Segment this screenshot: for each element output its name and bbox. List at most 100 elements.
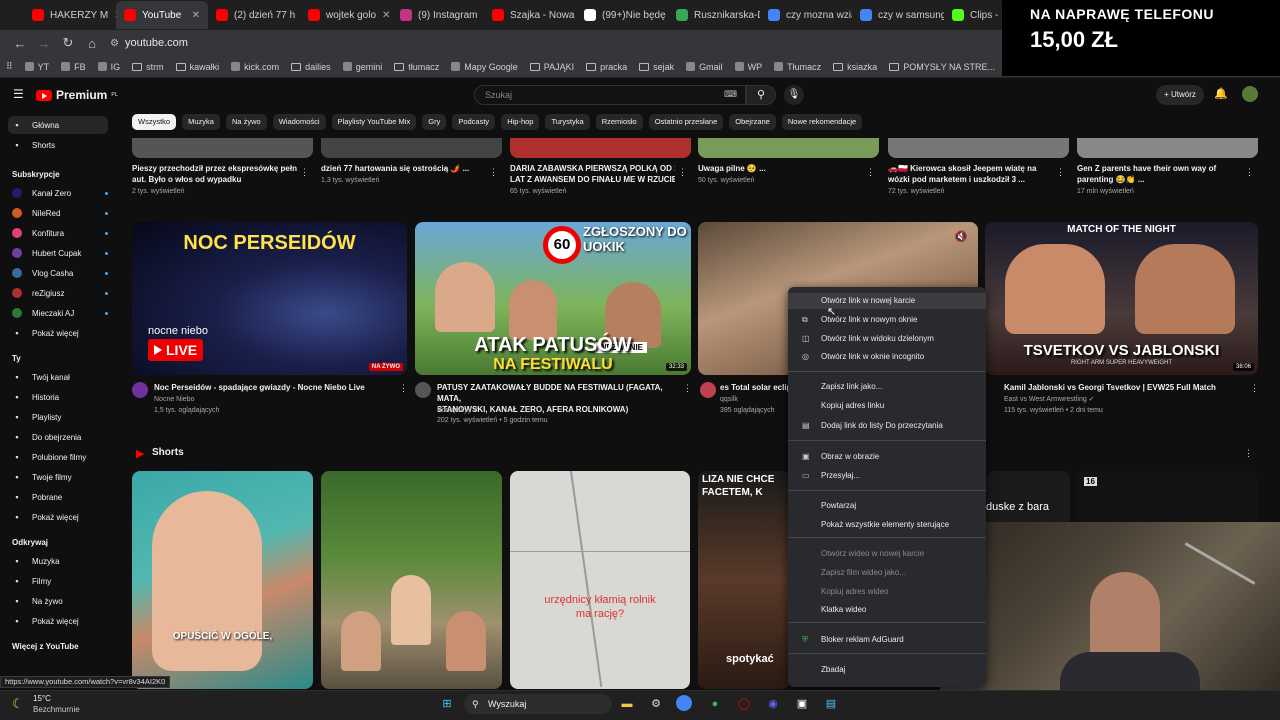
browser-tab[interactable]: (9) Instagram✕: [392, 1, 484, 29]
sidebar-item[interactable]: ▪ Historia: [8, 388, 108, 406]
video-title[interactable]: Kamil Jablonski vs Georgi Tsvetkov | EVW…: [1004, 382, 1244, 393]
sidebar-item[interactable]: ▪ Na żywo: [8, 592, 108, 610]
reload-icon[interactable]: ↻: [56, 35, 80, 51]
context-menu-item[interactable]: ▭ Przesyłaj...: [788, 468, 986, 484]
create-button[interactable]: + Utwórz: [1156, 85, 1204, 105]
discord-icon[interactable]: ◉: [764, 695, 782, 713]
context-menu-item[interactable]: ▣ Obraz w obrazie: [788, 449, 986, 465]
bookmark-item[interactable]: Tłumacz: [774, 62, 821, 72]
bookmark-item[interactable]: kawałki: [175, 62, 219, 72]
sidebar-item[interactable]: ▪ Pokaż więcej: [8, 324, 108, 342]
bookmark-item[interactable]: Gmail: [686, 62, 723, 72]
context-menu-item[interactable]: Powtarzaj: [788, 498, 986, 514]
bookmark-item[interactable]: ksiazka: [833, 62, 877, 72]
video-thumbnail[interactable]: [510, 138, 691, 158]
bookmark-item[interactable]: dailies: [291, 62, 331, 72]
video-title-line2[interactable]: LAT Z AWANSEM DO FINAŁU ME W RZUCIE...: [510, 174, 675, 185]
voice-search-button[interactable]: 🎙: [784, 85, 804, 105]
browser-tab[interactable]: (99+)Nie będę u✕: [576, 1, 668, 29]
context-menu-item[interactable]: Zbadaj: [788, 662, 986, 678]
context-menu-item[interactable]: Klatka wideo: [788, 602, 986, 618]
more-options-icon[interactable]: ⋮: [1245, 167, 1254, 178]
context-menu-item[interactable]: Pokaż wszystkie elementy sterujące: [788, 517, 986, 533]
weather-temperature[interactable]: 15°C: [33, 694, 51, 703]
bookmark-item[interactable]: WP: [734, 62, 762, 72]
more-options-icon[interactable]: ⋮: [866, 167, 875, 178]
taskbar-search[interactable]: ⚲ Wyszukaj: [464, 694, 612, 714]
short-card[interactable]: OPUŚCIĆ W OGÓLE,: [132, 471, 313, 689]
sidebar-item[interactable]: ▪ Filmy: [8, 572, 108, 590]
filter-chip[interactable]: Playlisty YouTube Mix: [331, 114, 417, 130]
more-options-icon[interactable]: ⋮: [1056, 167, 1065, 178]
sidebar-item[interactable]: ▪ Playlisty: [8, 408, 108, 426]
channel-name[interactable]: Konopskyy ✓: [437, 406, 479, 416]
file-explorer-icon[interactable]: ▬: [618, 695, 636, 713]
capcut-icon[interactable]: ▣: [793, 695, 811, 713]
sidebar-item[interactable]: ▪ Muzyka: [8, 552, 108, 570]
browser-tab[interactable]: czy mozna wziac✕: [760, 1, 852, 29]
context-menu-item[interactable]: Kopiuj adres linku: [788, 398, 986, 414]
filter-chip[interactable]: Hip-hop: [501, 114, 540, 130]
bookmark-item[interactable]: kick.com: [231, 62, 279, 72]
short-card[interactable]: duske z bara: [986, 471, 1070, 523]
shorts-more-icon[interactable]: ⋮: [1244, 448, 1253, 459]
video-title-line1[interactable]: dzień 77 hartowania się ostrością 🌶️ ...: [321, 163, 486, 174]
context-menu-item[interactable]: Zapisz link jako...: [788, 379, 986, 395]
filter-chip[interactable]: Nowe rekomendacje: [781, 114, 863, 130]
video-title-line1[interactable]: Pieszy przechodził przez ekspresówkę peł…: [132, 163, 297, 174]
search-input[interactable]: Szukaj ⌨: [474, 85, 746, 105]
browser-tab[interactable]: czy w samsungu✕: [852, 1, 944, 29]
more-options-icon[interactable]: ⋮: [489, 167, 498, 178]
site-info-icon[interactable]: ⚙: [110, 38, 119, 49]
video-thumbnail[interactable]: [698, 138, 879, 158]
video-title-line1[interactable]: Uwaga pilne 🥺 ...: [698, 163, 863, 174]
bookmark-item[interactable]: strm: [132, 62, 164, 72]
mute-icon[interactable]: 🔇: [954, 230, 968, 243]
filter-chip[interactable]: Rzemiosło: [595, 114, 643, 130]
more-options-icon[interactable]: ⋮: [1250, 383, 1259, 394]
short-card[interactable]: urzędnicy kłamią rolnik ma rację?: [510, 471, 690, 689]
sidebar-item[interactable]: ▪ Pokaż więcej: [8, 508, 108, 526]
sidebar-item[interactable]: NileRed: [8, 204, 108, 222]
filter-chip[interactable]: Podcasty: [452, 114, 496, 130]
video-thumbnail[interactable]: MATCH OF THE NIGHT TSVETKOV VS JABLONSKI…: [985, 222, 1258, 375]
notifications-bell-icon[interactable]: 🔔: [1214, 87, 1228, 100]
sidebar-item[interactable]: ▪ Do obejrzenia: [8, 428, 108, 446]
windows-start-icon[interactable]: ⊞: [438, 695, 456, 713]
video-title-line2[interactable]: wózki pod marketem i uszkodził 3 ...: [888, 174, 1053, 185]
channel-avatar[interactable]: [132, 382, 148, 398]
sidebar-item[interactable]: Vlog Casha: [8, 264, 108, 282]
sidebar-section-header[interactable]: Ty: [12, 354, 21, 363]
bookmark-item[interactable]: tłumacz: [394, 62, 439, 72]
sidebar-item[interactable]: ▪ Twoje filmy: [8, 468, 108, 486]
video-thumbnail[interactable]: 60 ZGŁOSZONY DO UOKIK WEZWANIE ATAK PATU…: [415, 222, 691, 375]
video-title[interactable]: Noc Perseidów - spadające gwiazdy - Nocn…: [154, 382, 394, 393]
app-icon[interactable]: ⚙: [647, 695, 665, 713]
browser-tab[interactable]: wojtek golo ✕: [300, 1, 392, 29]
bookmark-item[interactable]: sejak: [639, 62, 674, 72]
more-options-icon[interactable]: ⋮: [678, 167, 687, 178]
bookmark-item[interactable]: POMYSŁY NA STRE...: [889, 62, 995, 72]
sidebar-item[interactable]: ▪ Pokaż więcej: [8, 612, 108, 630]
short-card[interactable]: LIZA NIE CHCE FACETEM, K spotykać: [698, 471, 790, 689]
channel-avatar[interactable]: [700, 382, 716, 398]
bookmark-item[interactable]: PAJĄKI: [529, 62, 574, 72]
tab-close-icon[interactable]: ✕: [382, 10, 390, 21]
video-title-line2[interactable]: parenting 😂👏 ...: [1077, 174, 1242, 185]
video-thumbnail[interactable]: [132, 138, 313, 158]
browser-tab[interactable]: Rusznikarska-De✕: [668, 1, 760, 29]
context-menu-item[interactable]: ◎ Otwórz link w oknie incognito: [788, 349, 986, 365]
video-title-line1[interactable]: DARIA ZABAWSKA PIERWSZĄ POLKĄ OD 16: [510, 163, 675, 174]
back-icon[interactable]: ←: [8, 36, 32, 51]
short-card[interactable]: 16: [1076, 471, 1258, 523]
context-menu-item[interactable]: ⛨ Bloker reklam AdGuard: [788, 632, 986, 648]
channel-name[interactable]: qqsilk: [720, 395, 738, 405]
filter-chip[interactable]: Ostatnio przesłane: [648, 114, 724, 130]
video-thumbnail[interactable]: [1077, 138, 1258, 158]
filter-chip[interactable]: Muzyka: [182, 114, 220, 130]
channel-name[interactable]: East vs West Armwrestling ✓: [1004, 395, 1095, 405]
channel-avatar[interactable]: [415, 382, 431, 398]
bookmark-item[interactable]: gemini: [342, 62, 382, 72]
more-options-icon[interactable]: ⋮: [300, 167, 309, 178]
weather-moon-icon[interactable]: ☾: [12, 696, 24, 712]
